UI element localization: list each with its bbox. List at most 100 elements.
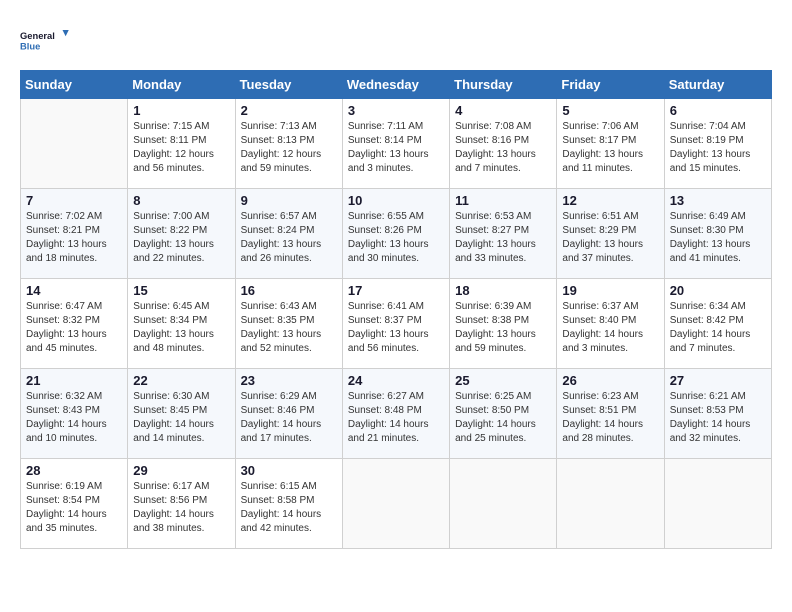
day-info: Sunrise: 7:08 AMSunset: 8:16 PMDaylight:… bbox=[455, 120, 551, 176]
weekday-header-row: SundayMondayTuesdayWednesdayThursdayFrid… bbox=[21, 71, 772, 99]
day-info: Sunrise: 6:43 AMSunset: 8:35 PMDaylight:… bbox=[241, 300, 337, 356]
weekday-header-cell: Thursday bbox=[450, 71, 557, 99]
calendar-day-cell: 28 Sunrise: 6:19 AMSunset: 8:54 PMDayligh… bbox=[21, 459, 128, 549]
day-number: 26 bbox=[562, 373, 658, 388]
weekday-header-cell: Monday bbox=[128, 71, 235, 99]
calendar-week-row: 14 Sunrise: 6:47 AMSunset: 8:32 PMDayligh… bbox=[21, 279, 772, 369]
day-info: Sunrise: 7:15 AMSunset: 8:11 PMDaylight:… bbox=[133, 120, 229, 176]
day-info: Sunrise: 6:34 AMSunset: 8:42 PMDaylight:… bbox=[670, 300, 766, 356]
calendar-day-cell bbox=[557, 459, 664, 549]
day-info: Sunrise: 7:06 AMSunset: 8:17 PMDaylight:… bbox=[562, 120, 658, 176]
header: General Blue bbox=[20, 20, 772, 60]
day-number: 10 bbox=[348, 193, 444, 208]
day-info: Sunrise: 7:02 AMSunset: 8:21 PMDaylight:… bbox=[26, 210, 122, 266]
calendar-body: 1 Sunrise: 7:15 AMSunset: 8:11 PMDaylight… bbox=[21, 99, 772, 549]
day-info: Sunrise: 6:29 AMSunset: 8:46 PMDaylight:… bbox=[241, 390, 337, 446]
day-number: 21 bbox=[26, 373, 122, 388]
calendar-week-row: 21 Sunrise: 6:32 AMSunset: 8:43 PMDayligh… bbox=[21, 369, 772, 459]
day-number: 2 bbox=[241, 103, 337, 118]
day-number: 6 bbox=[670, 103, 766, 118]
day-number: 14 bbox=[26, 283, 122, 298]
calendar-day-cell bbox=[342, 459, 449, 549]
calendar-day-cell: 24 Sunrise: 6:27 AMSunset: 8:48 PMDayligh… bbox=[342, 369, 449, 459]
calendar-day-cell: 25Sunrise: 6:25 AMSunset: 8:50 PMDayligh… bbox=[450, 369, 557, 459]
calendar-day-cell: 12Sunrise: 6:51 AMSunset: 8:29 PMDayligh… bbox=[557, 189, 664, 279]
calendar-day-cell: 4 Sunrise: 7:08 AMSunset: 8:16 PMDaylight… bbox=[450, 99, 557, 189]
calendar-day-cell: 10Sunrise: 6:55 AMSunset: 8:26 PMDayligh… bbox=[342, 189, 449, 279]
day-info: Sunrise: 6:37 AMSunset: 8:40 PMDaylight:… bbox=[562, 300, 658, 356]
day-number: 4 bbox=[455, 103, 551, 118]
calendar-week-row: 28 Sunrise: 6:19 AMSunset: 8:54 PMDayligh… bbox=[21, 459, 772, 549]
day-number: 9 bbox=[241, 193, 337, 208]
calendar-week-row: 7 Sunrise: 7:02 AMSunset: 8:21 PMDaylight… bbox=[21, 189, 772, 279]
day-info: Sunrise: 6:23 AMSunset: 8:51 PMDaylight:… bbox=[562, 390, 658, 446]
day-info: Sunrise: 7:00 AMSunset: 8:22 PMDaylight:… bbox=[133, 210, 229, 266]
logo: General Blue bbox=[20, 20, 70, 60]
day-number: 29 bbox=[133, 463, 229, 478]
day-info: Sunrise: 6:30 AMSunset: 8:45 PMDaylight:… bbox=[133, 390, 229, 446]
calendar-day-cell bbox=[450, 459, 557, 549]
day-info: Sunrise: 6:32 AMSunset: 8:43 PMDaylight:… bbox=[26, 390, 122, 446]
day-number: 1 bbox=[133, 103, 229, 118]
calendar-day-cell: 17 Sunrise: 6:41 AMSunset: 8:37 PMDayligh… bbox=[342, 279, 449, 369]
day-number: 27 bbox=[670, 373, 766, 388]
calendar-day-cell: 19 Sunrise: 6:37 AMSunset: 8:40 PMDayligh… bbox=[557, 279, 664, 369]
day-number: 3 bbox=[348, 103, 444, 118]
calendar-day-cell: 21 Sunrise: 6:32 AMSunset: 8:43 PMDayligh… bbox=[21, 369, 128, 459]
calendar-table: SundayMondayTuesdayWednesdayThursdayFrid… bbox=[20, 70, 772, 549]
calendar-day-cell: 15 Sunrise: 6:45 AMSunset: 8:34 PMDayligh… bbox=[128, 279, 235, 369]
day-number: 11 bbox=[455, 193, 551, 208]
calendar-day-cell: 18 Sunrise: 6:39 AMSunset: 8:38 PMDayligh… bbox=[450, 279, 557, 369]
calendar-day-cell: 1 Sunrise: 7:15 AMSunset: 8:11 PMDaylight… bbox=[128, 99, 235, 189]
calendar-week-row: 1 Sunrise: 7:15 AMSunset: 8:11 PMDaylight… bbox=[21, 99, 772, 189]
calendar-day-cell: 7 Sunrise: 7:02 AMSunset: 8:21 PMDaylight… bbox=[21, 189, 128, 279]
day-number: 20 bbox=[670, 283, 766, 298]
day-info: Sunrise: 6:57 AMSunset: 8:24 PMDaylight:… bbox=[241, 210, 337, 266]
weekday-header-cell: Friday bbox=[557, 71, 664, 99]
day-number: 19 bbox=[562, 283, 658, 298]
day-info: Sunrise: 6:27 AMSunset: 8:48 PMDaylight:… bbox=[348, 390, 444, 446]
calendar-day-cell: 3 Sunrise: 7:11 AMSunset: 8:14 PMDaylight… bbox=[342, 99, 449, 189]
day-number: 13 bbox=[670, 193, 766, 208]
calendar-day-cell: 2Sunrise: 7:13 AMSunset: 8:13 PMDaylight… bbox=[235, 99, 342, 189]
calendar-day-cell: 14 Sunrise: 6:47 AMSunset: 8:32 PMDayligh… bbox=[21, 279, 128, 369]
weekday-header-cell: Wednesday bbox=[342, 71, 449, 99]
day-info: Sunrise: 6:19 AMSunset: 8:54 PMDaylight:… bbox=[26, 480, 122, 536]
day-number: 16 bbox=[241, 283, 337, 298]
calendar-day-cell: 8 Sunrise: 7:00 AMSunset: 8:22 PMDaylight… bbox=[128, 189, 235, 279]
day-number: 24 bbox=[348, 373, 444, 388]
day-info: Sunrise: 6:21 AMSunset: 8:53 PMDaylight:… bbox=[670, 390, 766, 446]
day-info: Sunrise: 6:25 AMSunset: 8:50 PMDaylight:… bbox=[455, 390, 551, 446]
day-info: Sunrise: 6:39 AMSunset: 8:38 PMDaylight:… bbox=[455, 300, 551, 356]
calendar-day-cell bbox=[21, 99, 128, 189]
day-number: 17 bbox=[348, 283, 444, 298]
day-info: Sunrise: 6:41 AMSunset: 8:37 PMDaylight:… bbox=[348, 300, 444, 356]
day-number: 7 bbox=[26, 193, 122, 208]
day-info: Sunrise: 6:15 AMSunset: 8:58 PMDaylight:… bbox=[241, 480, 337, 536]
calendar-day-cell: 26 Sunrise: 6:23 AMSunset: 8:51 PMDayligh… bbox=[557, 369, 664, 459]
day-info: Sunrise: 6:45 AMSunset: 8:34 PMDaylight:… bbox=[133, 300, 229, 356]
day-number: 28 bbox=[26, 463, 122, 478]
calendar-day-cell: 30Sunrise: 6:15 AMSunset: 8:58 PMDayligh… bbox=[235, 459, 342, 549]
calendar-day-cell: 5 Sunrise: 7:06 AMSunset: 8:17 PMDaylight… bbox=[557, 99, 664, 189]
calendar-day-cell: 20 Sunrise: 6:34 AMSunset: 8:42 PMDayligh… bbox=[664, 279, 771, 369]
calendar-day-cell: 9 Sunrise: 6:57 AMSunset: 8:24 PMDaylight… bbox=[235, 189, 342, 279]
calendar-day-cell: 22 Sunrise: 6:30 AMSunset: 8:45 PMDayligh… bbox=[128, 369, 235, 459]
calendar-day-cell: 11Sunrise: 6:53 AMSunset: 8:27 PMDayligh… bbox=[450, 189, 557, 279]
day-number: 15 bbox=[133, 283, 229, 298]
day-info: Sunrise: 6:17 AMSunset: 8:56 PMDaylight:… bbox=[133, 480, 229, 536]
day-number: 23 bbox=[241, 373, 337, 388]
day-info: Sunrise: 7:11 AMSunset: 8:14 PMDaylight:… bbox=[348, 120, 444, 176]
day-number: 18 bbox=[455, 283, 551, 298]
day-number: 22 bbox=[133, 373, 229, 388]
weekday-header-cell: Saturday bbox=[664, 71, 771, 99]
calendar-day-cell: 23 Sunrise: 6:29 AMSunset: 8:46 PMDayligh… bbox=[235, 369, 342, 459]
day-number: 5 bbox=[562, 103, 658, 118]
svg-text:Blue: Blue bbox=[20, 41, 40, 51]
calendar-day-cell: 6Sunrise: 7:04 AMSunset: 8:19 PMDaylight… bbox=[664, 99, 771, 189]
day-info: Sunrise: 6:51 AMSunset: 8:29 PMDaylight:… bbox=[562, 210, 658, 266]
logo-svg: General Blue bbox=[20, 20, 70, 60]
day-info: Sunrise: 6:47 AMSunset: 8:32 PMDaylight:… bbox=[26, 300, 122, 356]
weekday-header-cell: Sunday bbox=[21, 71, 128, 99]
day-number: 8 bbox=[133, 193, 229, 208]
